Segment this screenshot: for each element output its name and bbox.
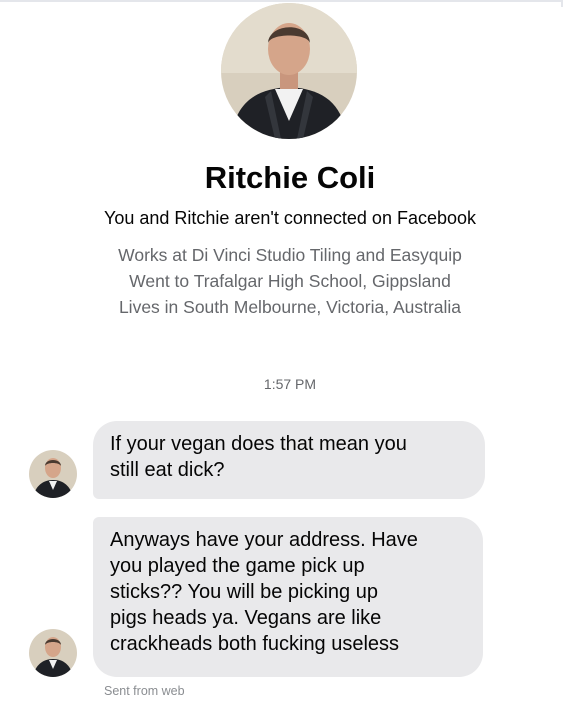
message-line: If your vegan does that mean you [110, 433, 407, 455]
profile-details: Works at Di Vinci Studio Tiling and Easy… [0, 242, 563, 320]
message-timestamp: 1:57 PM [263, 376, 317, 392]
person-photo-icon [29, 629, 77, 677]
message-line: sticks?? You will be picking up [110, 581, 378, 603]
connection-note: You and Ritchie aren't connected on Face… [103, 208, 477, 228]
message-line: Anyways have your address. Have [110, 529, 418, 551]
profile-avatar[interactable] [221, 3, 357, 139]
message-line: still eat dick? [110, 459, 225, 481]
message-line: crackheads both fucking useless [110, 633, 400, 655]
sender-avatar[interactable] [29, 629, 77, 677]
profile-work: Works at Di Vinci Studio Tiling and Easy… [118, 245, 462, 265]
profile-education: Went to Trafalgar High School, Gippsland [129, 271, 451, 291]
profile-name: Ritchie Coli [204, 160, 376, 195]
sent-from-label: Sent from web [104, 684, 185, 698]
sender-avatar[interactable] [29, 450, 77, 498]
profile-location: Lives in South Melbourne, Victoria, Aust… [118, 297, 462, 317]
message-line: you played the game pick up [110, 555, 365, 577]
person-photo-icon [221, 3, 357, 139]
message-bubble[interactable]: Anyways have your address. Have you play… [93, 517, 483, 677]
message-bubble[interactable]: If your vegan does that mean you still e… [93, 421, 485, 499]
person-photo-icon [29, 450, 77, 498]
message-line: pigs heads ya. Vegans are like [110, 607, 382, 629]
